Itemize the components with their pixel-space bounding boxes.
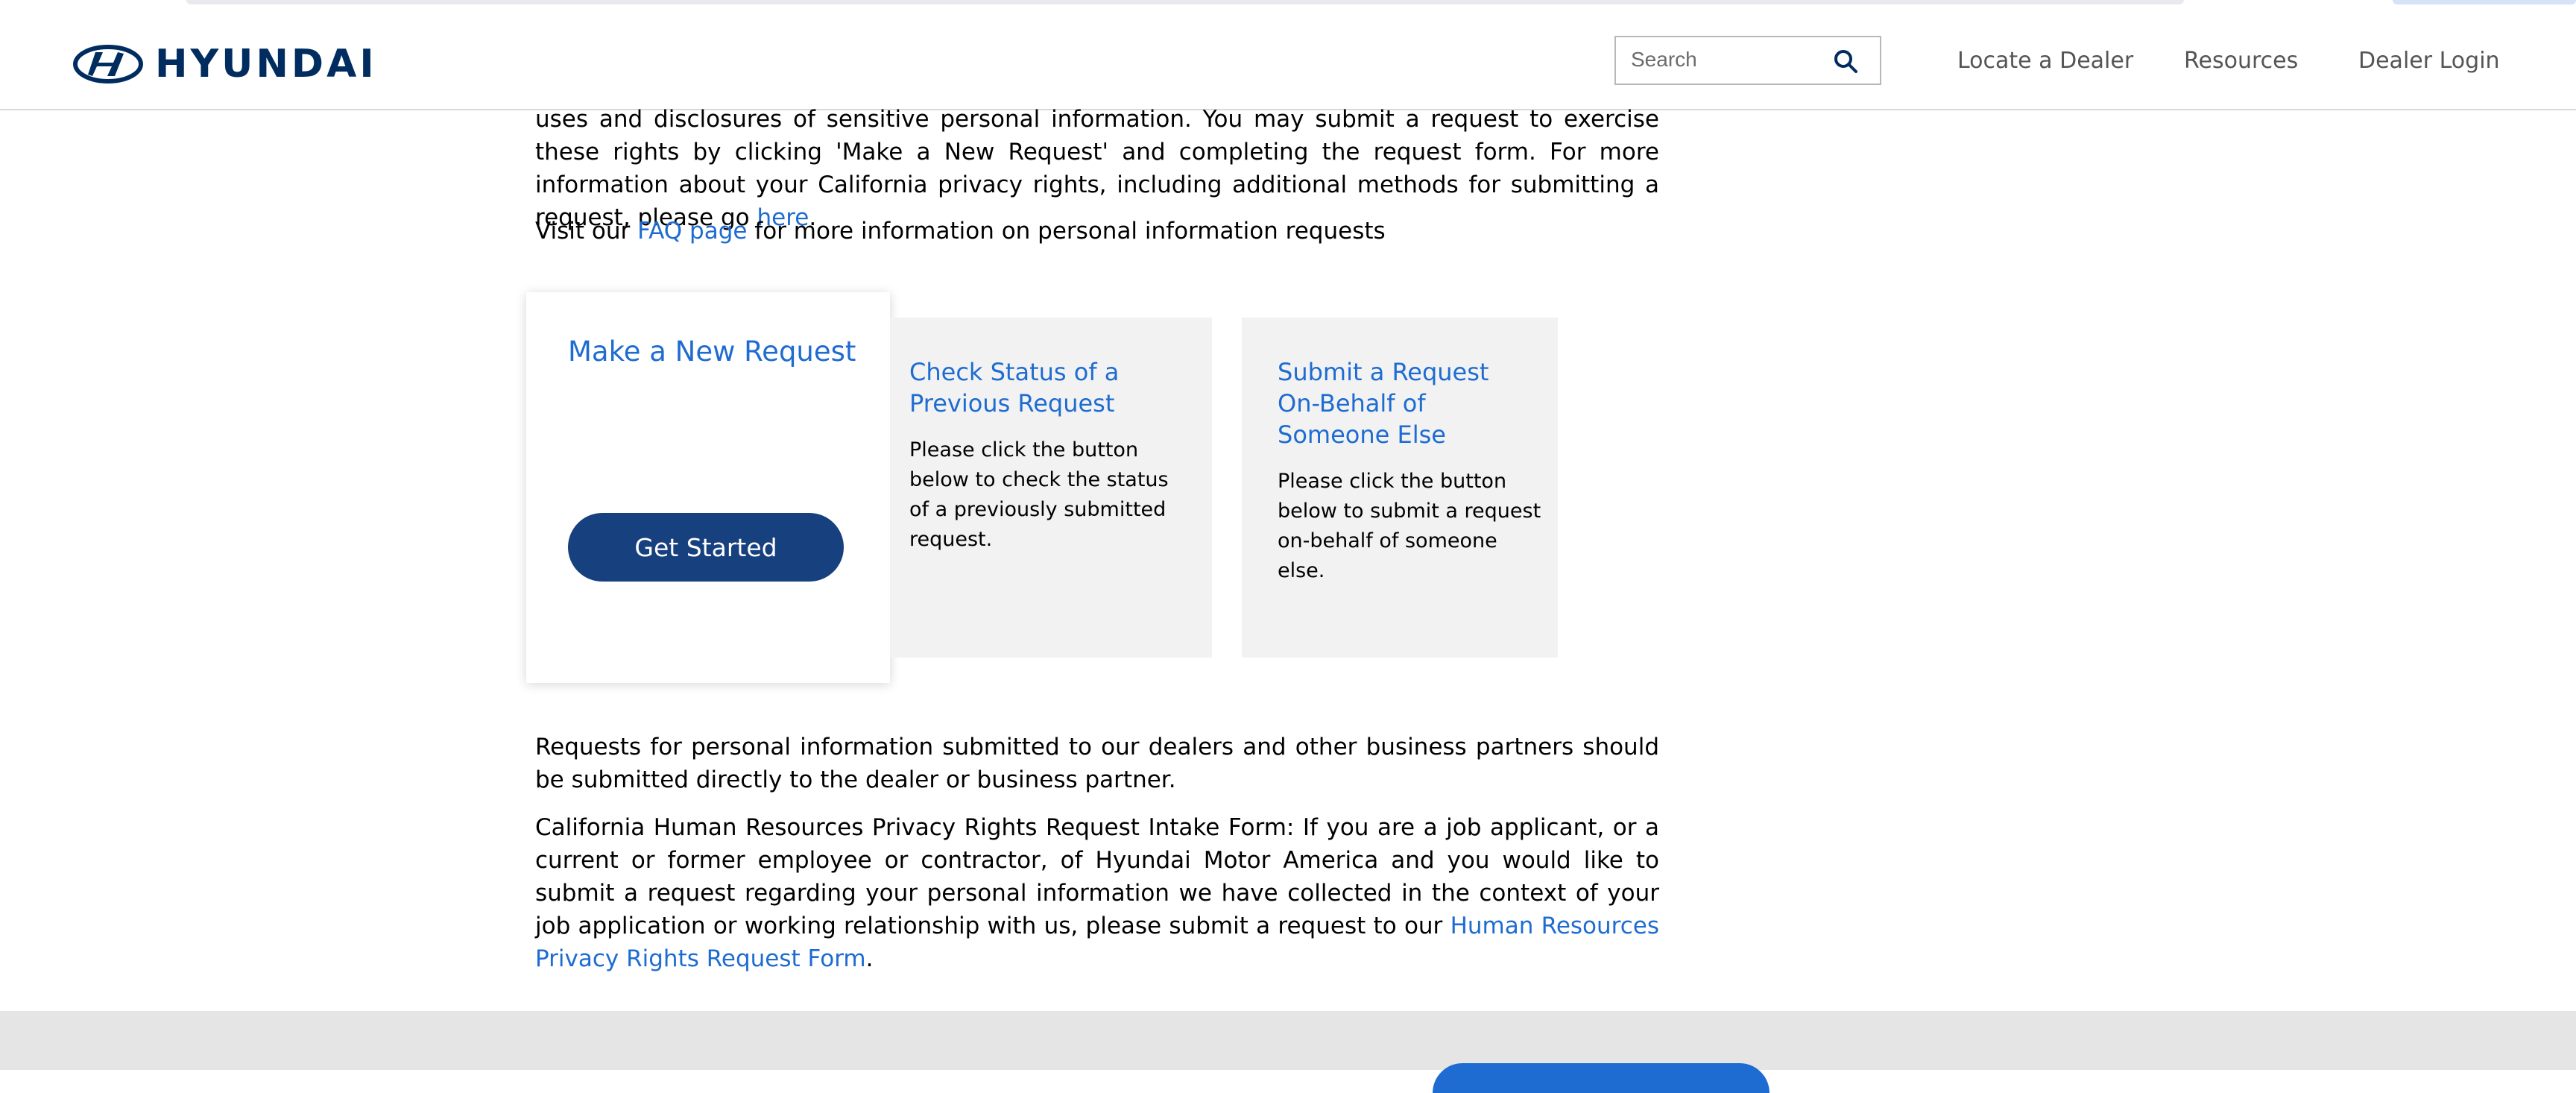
on-behalf-desc: Please click the button below to submit … — [1278, 470, 1541, 582]
search-icon[interactable] — [1832, 48, 1859, 75]
nav-resources[interactable]: Resources — [2184, 48, 2298, 74]
faq-suffix: for more information on personal informa… — [747, 218, 1386, 245]
nav-dealer-login[interactable]: Dealer Login — [2358, 48, 2500, 74]
footer-button-edge[interactable] — [1433, 1063, 1770, 1093]
footer-band — [0, 1011, 2576, 1093]
faq-section: Visit our FAQ page for more information … — [535, 215, 1659, 248]
get-started-button[interactable]: Get Started — [568, 513, 844, 582]
hyundai-emblem-icon — [73, 45, 143, 84]
check-status-card[interactable]: Check Status of a Previous Request Pleas… — [890, 318, 1212, 658]
on-behalf-card[interactable]: Submit a Request On-Behalf of Someone El… — [1242, 318, 1558, 658]
faq-paragraph: Visit our FAQ page for more information … — [535, 215, 1659, 248]
check-status-title[interactable]: Check Status of a Previous Request — [909, 356, 1185, 419]
browser-top-strip — [0, 0, 2576, 15]
brand-wordmark: HYUNDAI — [155, 42, 377, 86]
site-header: HYUNDAI Search Locate a Dealer Resources… — [0, 15, 2576, 110]
hr-end: . — [865, 945, 874, 972]
new-request-card: Make a New Request Get Started — [526, 292, 890, 683]
faq-prefix: Visit our — [535, 218, 638, 245]
dealers-section: Requests for personal information submit… — [535, 731, 1659, 796]
intro-text: uses and disclosures of sensitive person… — [535, 106, 1659, 231]
address-bar-edge — [186, 0, 2184, 4]
hr-paragraph: California Human Resources Privacy Right… — [535, 811, 1659, 975]
hyundai-logo[interactable]: HYUNDAI — [73, 42, 377, 86]
new-request-title: Make a New Request — [568, 336, 856, 368]
search-input[interactable]: Search — [1614, 36, 1881, 85]
nav-locate-dealer[interactable]: Locate a Dealer — [1957, 48, 2133, 74]
on-behalf-title[interactable]: Submit a Request On-Behalf of Someone El… — [1278, 356, 1524, 450]
check-status-desc: Please click the button below to check t… — [909, 438, 1169, 551]
browser-button-edge — [2393, 0, 2576, 4]
hr-section: California Human Resources Privacy Right… — [535, 811, 1659, 975]
faq-link[interactable]: FAQ page — [637, 218, 747, 245]
dealers-paragraph: Requests for personal information submit… — [535, 734, 1659, 793]
search-placeholder: Search — [1631, 48, 1697, 71]
